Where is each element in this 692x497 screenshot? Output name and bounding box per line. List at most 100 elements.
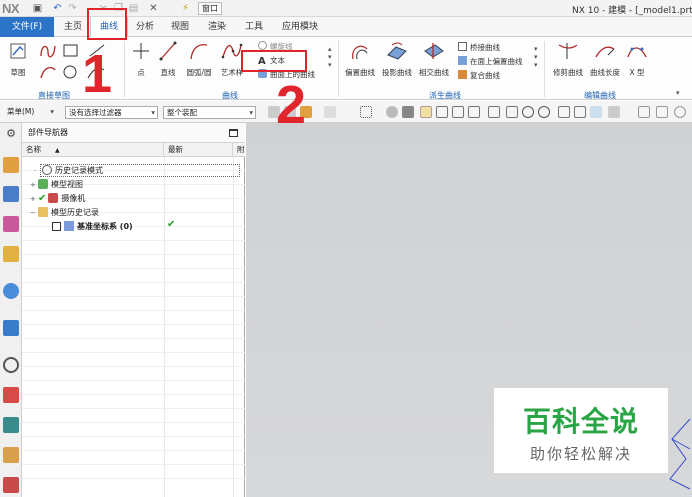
tree-branch: · <box>34 167 37 175</box>
row-divider <box>22 240 245 241</box>
window-menu[interactable]: 窗口 <box>198 2 222 15</box>
bounded-grid-icon[interactable] <box>608 106 620 118</box>
folder-icon <box>38 207 48 217</box>
curve-length-button[interactable]: 曲线长度 <box>587 41 623 78</box>
system-scene-icon[interactable] <box>3 477 19 493</box>
line-button[interactable]: 直线 <box>156 41 180 78</box>
layer-icon[interactable] <box>656 106 668 118</box>
tab-render[interactable]: 渲染 <box>200 17 234 37</box>
watermark-title: 百科全说 <box>522 405 639 438</box>
process-studio-icon[interactable] <box>3 417 19 433</box>
roles-icon[interactable] <box>3 447 19 463</box>
tab-analysis[interactable]: 分析 <box>130 17 160 37</box>
curve-gallery-scroll[interactable]: ▴ ▾ ▾ <box>328 45 332 69</box>
settings-gear-icon[interactable]: ⚙ <box>3 127 19 143</box>
undo-icon[interactable]: ↶ <box>52 3 63 14</box>
line-label: 直线 <box>160 68 176 77</box>
tree-node-label: 模型视图 <box>51 180 83 189</box>
ribbon-options-icon[interactable]: ▾ <box>676 89 680 97</box>
save-icon[interactable]: ▣ <box>32 3 43 14</box>
column-divider <box>233 157 234 497</box>
row-divider <box>22 338 245 339</box>
redo-icon[interactable]: ↷ <box>67 3 78 14</box>
arc-circle-button[interactable]: 圆弧/圆 <box>184 41 214 78</box>
intersection-point-icon[interactable] <box>488 106 500 118</box>
collapse-minus-icon[interactable]: − <box>30 207 38 220</box>
selection-scope-dropdown[interactable]: 整个装配 <box>163 106 256 119</box>
box-select-icon[interactable] <box>360 106 372 118</box>
visible-check-icon[interactable]: ✔ <box>38 193 46 204</box>
maximize-icon[interactable] <box>229 129 238 137</box>
offset-curve-button[interactable]: 偏置曲线 <box>342 41 378 78</box>
refresh-icon[interactable] <box>674 106 686 118</box>
mid-point-icon[interactable] <box>452 106 464 118</box>
quadrant-point-icon[interactable] <box>538 106 550 118</box>
assembly-navigator-icon[interactable] <box>3 186 19 202</box>
window-title: NX 10 - 建模 - [_model1.prt <box>572 6 692 16</box>
column-divider <box>164 157 165 497</box>
part-navigator-icon[interactable] <box>3 157 19 173</box>
tree-node-camera[interactable]: + ✔ 摄像机 <box>30 192 85 205</box>
tree-node-label: 基准坐标系 (0) <box>77 222 133 231</box>
sort-ascending-icon: ▲ <box>55 147 60 154</box>
paste-icon[interactable]: ▤ <box>128 3 139 14</box>
history-clock-icon[interactable] <box>3 357 19 373</box>
perpendicular-icon[interactable] <box>506 106 518 118</box>
point-on-face-icon[interactable] <box>590 106 602 118</box>
composite-curve-item[interactable]: 复合曲线 <box>458 70 500 81</box>
repeat-command-icon[interactable]: ⚡ <box>180 3 191 14</box>
selection-filter-dropdown[interactable]: 没有选择过滤器 <box>65 106 158 119</box>
row-divider <box>22 422 245 423</box>
watermark-subtitle: 助你轻松解决 <box>529 445 632 463</box>
web-browser-icon[interactable] <box>3 320 19 336</box>
column-extra-header[interactable]: 附 <box>233 143 245 157</box>
project-curve-button[interactable]: 投影曲线 <box>379 41 415 78</box>
control-point-icon[interactable] <box>468 106 480 118</box>
constraint-navigator-icon[interactable] <box>3 216 19 232</box>
trim-curve-button[interactable]: 修剪曲线 <box>550 41 586 78</box>
system-materials-icon[interactable] <box>3 387 19 403</box>
view-icon[interactable] <box>638 106 650 118</box>
trim-curve-label: 修剪曲线 <box>553 68 583 77</box>
intersect-curve-button[interactable]: 相交曲线 <box>416 41 452 78</box>
column-name-header[interactable]: 名称 ▲ <box>22 143 164 157</box>
rect-select-icon[interactable] <box>324 106 336 118</box>
tab-home[interactable]: 主页 <box>58 17 88 37</box>
visibility-checkbox[interactable] <box>52 222 61 231</box>
existing-point-icon[interactable] <box>558 106 570 118</box>
column-latest-header[interactable]: 最新 <box>164 143 233 157</box>
spline-icon <box>221 43 243 59</box>
annotation-step-2: 2 <box>276 75 307 135</box>
tab-view[interactable]: 视图 <box>165 17 195 37</box>
tab-application[interactable]: 应用模块 <box>275 17 325 37</box>
file-menu-tab[interactable]: 文件(F) <box>0 17 54 37</box>
feature-point-icon[interactable] <box>420 106 432 118</box>
sphere-icon[interactable] <box>386 106 398 118</box>
solid-icon[interactable] <box>402 106 414 118</box>
x-type-button[interactable]: X 型 <box>624 41 650 78</box>
end-point-icon[interactable] <box>436 106 448 118</box>
main-menu-button[interactable]: 菜单(M) <box>4 106 56 119</box>
tree-node-datum-csys[interactable]: 基准坐标系 (0) <box>52 220 133 233</box>
point-on-curve-icon[interactable] <box>574 106 586 118</box>
row-divider <box>22 408 245 409</box>
arc-center-icon[interactable] <box>522 106 534 118</box>
tree-node-history-mode[interactable]: · 历史记录模式 <box>34 164 103 177</box>
bridge-curve-item[interactable]: 桥接曲线 <box>458 42 500 53</box>
sketch-label: 草图 <box>10 68 26 77</box>
expand-plus-icon[interactable]: + <box>30 193 38 206</box>
expand-plus-icon[interactable]: + <box>30 179 38 192</box>
navigator-column-header: 名称 ▲ 最新 附 <box>22 143 245 157</box>
reuse-library-icon[interactable] <box>3 246 19 262</box>
tree-node-model-views[interactable]: + 模型视图 <box>30 178 83 191</box>
offset-on-face-item[interactable]: 在面上偏置曲线 <box>458 56 523 67</box>
sketch-button[interactable]: 草图 <box>4 41 32 78</box>
bridge-curve-label: 桥接曲线 <box>470 43 500 52</box>
derived-gallery-scroll[interactable]: ▾ ▾ ▾ <box>534 45 538 69</box>
tree-node-model-history[interactable]: − 模型历史记录 <box>30 206 99 219</box>
point-button[interactable]: 点 <box>132 41 150 78</box>
delete-icon[interactable]: ✕ <box>148 3 159 14</box>
line-icon <box>159 41 177 61</box>
hd3d-tools-icon[interactable] <box>3 283 19 299</box>
tab-tools[interactable]: 工具 <box>237 17 271 37</box>
